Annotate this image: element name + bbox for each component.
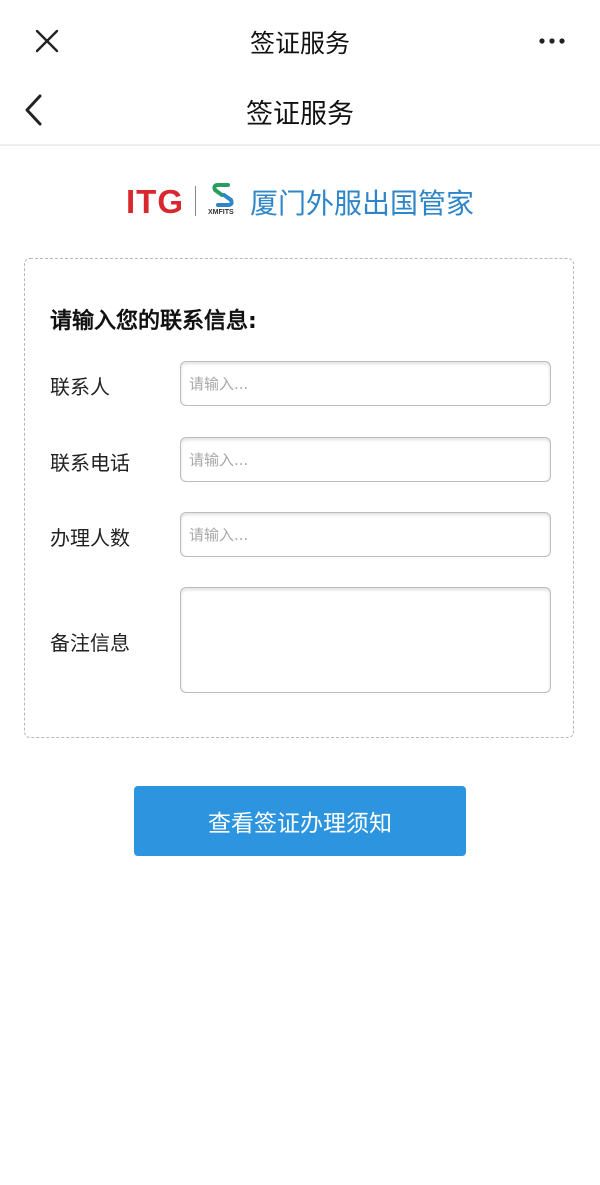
contact-name-label: 联系人 bbox=[50, 375, 110, 399]
brand-logo-row: ITG XMFITS 厦门外服出国管家 bbox=[0, 182, 600, 222]
logo-divider bbox=[195, 186, 196, 216]
page-navbar: 签证服务 bbox=[0, 82, 600, 146]
contact-phone-label: 联系电话 bbox=[50, 451, 130, 475]
view-visa-notice-button[interactable]: 查看签证办理须知 bbox=[134, 786, 466, 856]
itg-logo: ITG bbox=[126, 183, 184, 220]
brand-name: 厦门外服出国管家 bbox=[250, 187, 475, 220]
more-icon[interactable] bbox=[538, 36, 566, 46]
form-heading: 请输入您的联系信息: bbox=[50, 309, 257, 334]
applicant-count-input[interactable] bbox=[180, 512, 551, 557]
xmfits-logo-text: XMFITS bbox=[208, 209, 234, 216]
contact-name-input[interactable] bbox=[180, 361, 551, 406]
xmfits-logo-icon bbox=[212, 183, 234, 207]
applicant-count-label: 办理人数 bbox=[50, 526, 130, 550]
window-title: 签证服务 bbox=[249, 29, 350, 58]
contact-phone-input[interactable] bbox=[180, 437, 551, 482]
remarks-textarea[interactable] bbox=[180, 587, 551, 693]
remarks-label: 备注信息 bbox=[50, 631, 130, 655]
window-header: 签证服务 bbox=[0, 0, 600, 82]
page-title: 签证服务 bbox=[246, 99, 354, 130]
contact-form: 请输入您的联系信息: 联系人 联系电话 办理人数 备注信息 bbox=[24, 258, 574, 738]
